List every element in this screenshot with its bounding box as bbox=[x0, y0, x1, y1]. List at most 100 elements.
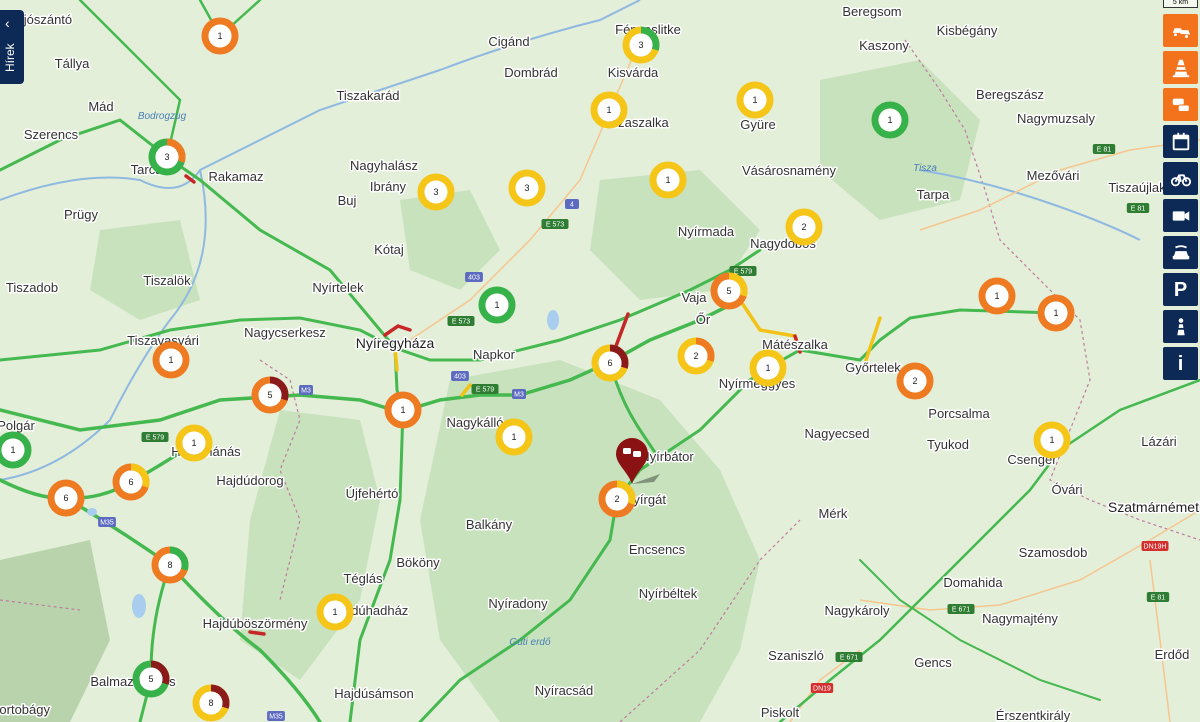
incident-count: 1 bbox=[332, 607, 337, 617]
incident-cluster-marker[interactable]: 1 bbox=[316, 593, 354, 631]
news-panel-toggle[interactable]: ‹ Hírek bbox=[0, 10, 24, 84]
incident-cluster-marker[interactable]: 1 bbox=[384, 391, 422, 429]
incident-cluster-marker[interactable]: 2 bbox=[785, 208, 823, 246]
road-shield: M3 bbox=[512, 389, 526, 399]
place-label: Nagyecsed bbox=[804, 426, 869, 441]
road-shield-label: DN19H bbox=[1144, 544, 1167, 551]
road-shield-label: E 579 bbox=[476, 387, 494, 394]
road-shield: M35 bbox=[98, 517, 116, 527]
place-label: Vaja bbox=[681, 290, 707, 305]
place-label: Nagymuzsaly bbox=[1017, 111, 1096, 126]
incident-cluster-marker[interactable]: 5 bbox=[710, 272, 748, 310]
map-scale: 5 km bbox=[1163, 0, 1198, 8]
incident-cluster-marker[interactable]: 3 bbox=[622, 26, 660, 64]
place-label: Gyüre bbox=[740, 117, 775, 132]
place-label: Domahida bbox=[943, 575, 1003, 590]
incident-cluster-marker[interactable]: 1 bbox=[1033, 421, 1071, 459]
place-label: Tiszadob bbox=[6, 280, 58, 295]
incident-cluster-marker[interactable]: 2 bbox=[598, 480, 636, 518]
incident-count: 3 bbox=[524, 183, 529, 193]
place-label: Beregszász bbox=[976, 87, 1044, 102]
traffic-map[interactable]: E 5734403E 573403E 579M3M3E 579M35E 579E… bbox=[0, 0, 1200, 722]
place-label: Nyíracsád bbox=[535, 683, 594, 698]
incident-cluster-marker[interactable]: 1 bbox=[152, 341, 190, 379]
place-label: Encsencs bbox=[629, 542, 686, 557]
place-label: Nagymajtény bbox=[982, 611, 1058, 626]
incident-cluster-marker[interactable]: 8 bbox=[192, 684, 230, 722]
incident-cluster-marker[interactable]: 1 bbox=[1037, 294, 1075, 332]
info-icon: i bbox=[1177, 352, 1184, 375]
road-shield-label: M35 bbox=[269, 714, 283, 721]
road-shield-label: DN19 bbox=[813, 686, 831, 693]
road-shield-label: M35 bbox=[100, 520, 114, 527]
road-shield-label: E 81 bbox=[1151, 595, 1166, 602]
incident-cluster-marker[interactable]: 1 bbox=[175, 424, 213, 462]
road-shield-label: M3 bbox=[514, 392, 524, 399]
place-label: Szatmárnémeti bbox=[1108, 499, 1200, 515]
incident-count: 1 bbox=[1053, 308, 1058, 318]
place-label: Mezővári bbox=[1027, 168, 1080, 183]
place-label: Szaniszló bbox=[768, 648, 824, 663]
incident-count: 1 bbox=[191, 438, 196, 448]
incident-count: 1 bbox=[1049, 435, 1054, 445]
incident-cluster-marker[interactable]: 1 bbox=[871, 101, 909, 139]
incident-cluster-marker[interactable]: 3 bbox=[508, 169, 546, 207]
layer-button-camera[interactable] bbox=[1163, 199, 1198, 232]
incident-cluster-marker[interactable]: 5 bbox=[251, 376, 289, 414]
incident-cluster-marker[interactable]: 1 bbox=[0, 431, 32, 469]
place-label: Dombrád bbox=[504, 65, 557, 80]
incident-cluster-marker[interactable]: 1 bbox=[649, 161, 687, 199]
place-label: Piskolt bbox=[761, 705, 800, 720]
layer-button-info[interactable]: i bbox=[1163, 347, 1198, 380]
road-works-icon bbox=[1170, 316, 1192, 338]
incident-cluster-marker[interactable]: 6 bbox=[47, 479, 85, 517]
place-label: Gencs bbox=[914, 655, 952, 670]
incident-cluster-marker[interactable]: 1 bbox=[749, 349, 787, 387]
layer-button-traffic-jam[interactable] bbox=[1163, 88, 1198, 121]
place-label: Bököny bbox=[396, 555, 440, 570]
incident-cluster-marker[interactable]: 1 bbox=[478, 286, 516, 324]
place-label: Őr bbox=[696, 312, 711, 327]
incident-count: 1 bbox=[168, 355, 173, 365]
layer-button-car-crash[interactable] bbox=[1163, 14, 1198, 47]
parking-icon: P bbox=[1173, 278, 1188, 301]
place-label: Tiszakarád bbox=[336, 88, 399, 103]
road-shield-label: 403 bbox=[468, 275, 480, 282]
road-shield: DN19 bbox=[810, 683, 834, 693]
incident-cluster-marker[interactable]: 6 bbox=[112, 463, 150, 501]
incident-cluster-marker[interactable]: 1 bbox=[590, 91, 628, 129]
car-crash-icon bbox=[1170, 20, 1192, 42]
place-label: Nagykálló bbox=[446, 415, 503, 430]
incident-cluster-marker[interactable]: 6 bbox=[591, 344, 629, 382]
layer-button-traffic-cone[interactable] bbox=[1163, 51, 1198, 84]
incident-cluster-marker[interactable]: 2 bbox=[677, 337, 715, 375]
incident-cluster-marker[interactable]: 1 bbox=[736, 81, 774, 119]
incident-count: 6 bbox=[128, 477, 133, 487]
place-label: Győrtelek bbox=[845, 360, 901, 375]
incident-cluster-marker[interactable]: 1 bbox=[495, 418, 533, 456]
incident-count: 8 bbox=[208, 698, 213, 708]
layer-button-calendar-event[interactable] bbox=[1163, 125, 1198, 158]
place-label: Balkány bbox=[466, 517, 513, 532]
layer-button-bicycle[interactable] bbox=[1163, 162, 1198, 195]
layer-button-car-wash[interactable] bbox=[1163, 236, 1198, 269]
incident-cluster-marker[interactable]: 3 bbox=[417, 173, 455, 211]
incident-cluster-marker[interactable]: 5 bbox=[132, 660, 170, 698]
river-label: Bodrogzug bbox=[138, 111, 187, 122]
road-shield: 4 bbox=[565, 199, 579, 209]
place-label: Hajdúböszörmény bbox=[203, 616, 308, 631]
layer-button-parking[interactable]: P bbox=[1163, 273, 1198, 306]
layer-button-road-works[interactable] bbox=[1163, 310, 1198, 343]
incident-cluster-marker[interactable]: 1 bbox=[978, 277, 1016, 315]
bicycle-icon bbox=[1170, 168, 1192, 190]
incident-count: 2 bbox=[912, 376, 917, 386]
incident-cluster-marker[interactable]: 3 bbox=[148, 138, 186, 176]
place-label: Buj bbox=[338, 193, 357, 208]
incident-count: 1 bbox=[10, 445, 15, 455]
incident-cluster-marker[interactable]: 8 bbox=[151, 546, 189, 584]
place-label: Prügy bbox=[64, 207, 98, 222]
incident-count: 8 bbox=[167, 560, 172, 570]
incident-cluster-marker[interactable]: 1 bbox=[201, 17, 239, 55]
road-shield-label: E 579 bbox=[146, 435, 164, 442]
incident-cluster-marker[interactable]: 2 bbox=[896, 362, 934, 400]
